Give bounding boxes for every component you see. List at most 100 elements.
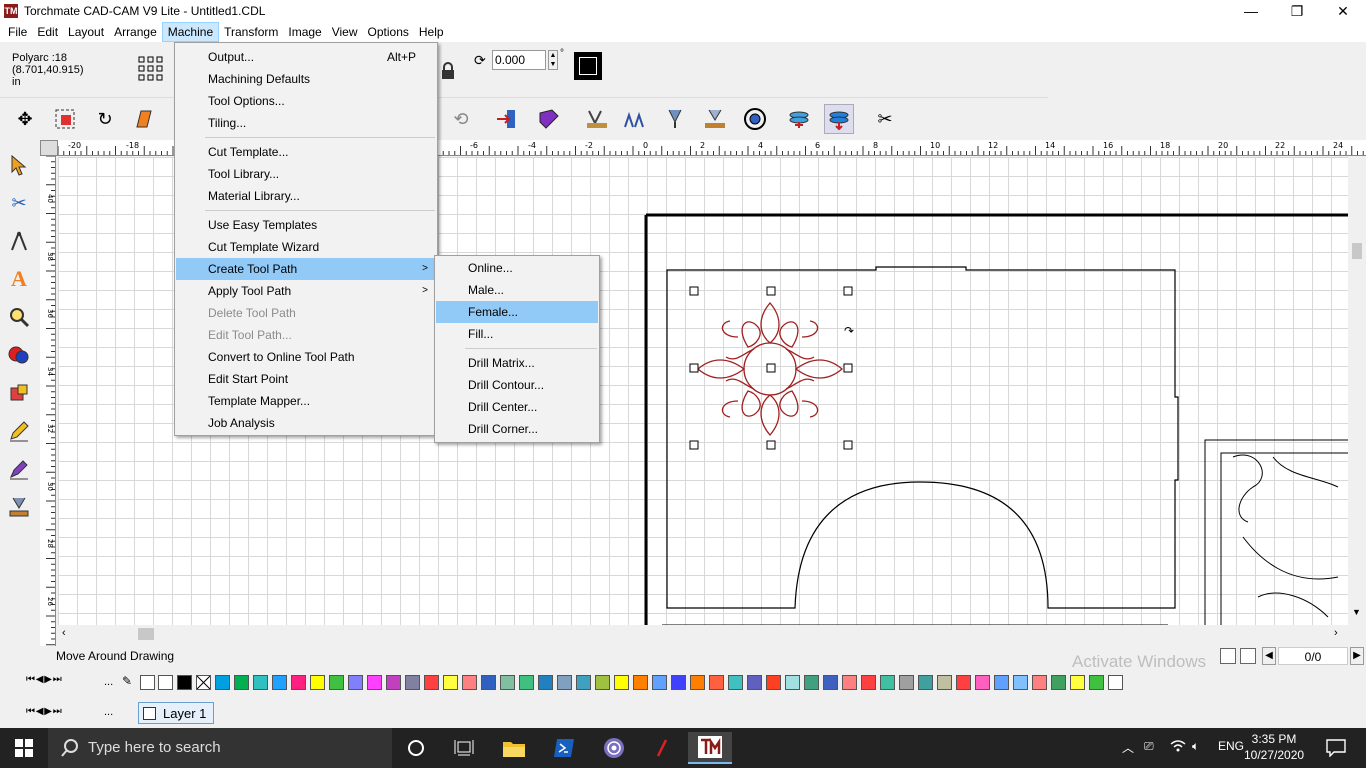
palette-swatch[interactable] bbox=[348, 675, 363, 690]
browser-icon[interactable] bbox=[592, 732, 636, 764]
submenu-drill-corner[interactable]: Drill Corner... bbox=[436, 418, 598, 440]
zoom-tool-icon[interactable] bbox=[4, 302, 34, 332]
layer-checkbox[interactable] bbox=[143, 707, 156, 720]
skew-icon[interactable] bbox=[128, 104, 158, 134]
page-prev-button[interactable]: ◀ bbox=[1262, 647, 1276, 665]
material-icon[interactable] bbox=[534, 104, 564, 134]
menu-transform[interactable]: Transform bbox=[219, 22, 283, 42]
layers-icon[interactable] bbox=[784, 104, 814, 134]
ruler-corner[interactable] bbox=[40, 140, 58, 156]
scroll-left-arrow-icon[interactable]: ‹ bbox=[62, 627, 66, 639]
menu-options[interactable]: Options bbox=[363, 22, 414, 42]
vertical-scrollbar[interactable]: ▼ bbox=[1348, 157, 1366, 625]
target-icon[interactable] bbox=[740, 104, 770, 134]
fill-tool-icon[interactable] bbox=[4, 378, 34, 408]
submenu-online[interactable]: Online... bbox=[436, 257, 598, 279]
palette-swatch[interactable] bbox=[633, 675, 648, 690]
palette-swatch[interactable] bbox=[880, 675, 895, 690]
palette-swatch[interactable] bbox=[462, 675, 477, 690]
no-fill-icon[interactable]: ✎ bbox=[122, 674, 138, 690]
submenu-drill-center[interactable]: Drill Center... bbox=[436, 396, 598, 418]
pencil-tool-icon[interactable] bbox=[4, 416, 34, 446]
rotation-spinner[interactable]: ▲ ▼ bbox=[548, 50, 558, 70]
swatch-none[interactable] bbox=[158, 675, 173, 690]
menu-edit[interactable]: Edit bbox=[32, 22, 63, 42]
palette-swatch[interactable] bbox=[937, 675, 952, 690]
select-resize-icon[interactable] bbox=[50, 104, 80, 134]
palette-swatch[interactable] bbox=[994, 675, 1009, 690]
layers-add-icon[interactable] bbox=[824, 104, 854, 134]
palette-swatch[interactable] bbox=[329, 675, 344, 690]
import-icon[interactable] bbox=[492, 104, 522, 134]
minimize-button[interactable]: — bbox=[1228, 0, 1274, 22]
layer-more-button[interactable]: ... bbox=[104, 706, 113, 718]
tool-male-icon[interactable] bbox=[582, 104, 612, 134]
menu-use-easy-templates[interactable]: Use Easy Templates bbox=[176, 214, 436, 236]
palette-swatch[interactable] bbox=[899, 675, 914, 690]
palette-swatch[interactable] bbox=[234, 675, 249, 690]
palette-swatch[interactable] bbox=[291, 675, 306, 690]
menu-tiling[interactable]: Tiling... bbox=[176, 112, 436, 134]
anchor-grid-icon[interactable] bbox=[136, 54, 166, 84]
palette-swatch[interactable] bbox=[1051, 675, 1066, 690]
menu-convert-online-tool-path[interactable]: Convert to Online Tool Path bbox=[176, 346, 436, 368]
tool-drill-icon[interactable] bbox=[660, 104, 690, 134]
machine-tool-icon[interactable] bbox=[4, 492, 34, 522]
palette-swatch[interactable] bbox=[1089, 675, 1104, 690]
taskbar-clock[interactable]: 3:35 PM 10/27/2020 bbox=[1244, 731, 1304, 763]
menu-edit-start-point[interactable]: Edit Start Point bbox=[176, 368, 436, 390]
scroll-right-arrow-icon[interactable]: › bbox=[1334, 627, 1338, 639]
text-tool-icon[interactable]: A bbox=[4, 264, 34, 294]
palette-swatch[interactable] bbox=[823, 675, 838, 690]
palette-swatch[interactable] bbox=[728, 675, 743, 690]
palette-swatch[interactable] bbox=[918, 675, 933, 690]
palette-swatch[interactable] bbox=[804, 675, 819, 690]
file-explorer-icon[interactable] bbox=[492, 732, 536, 764]
swatch-white[interactable] bbox=[140, 675, 155, 690]
palette-swatch[interactable] bbox=[595, 675, 610, 690]
palette-swatch[interactable] bbox=[519, 675, 534, 690]
powershell-icon[interactable] bbox=[542, 732, 586, 764]
palette-swatch[interactable] bbox=[215, 675, 230, 690]
menu-template-mapper[interactable]: Template Mapper... bbox=[176, 390, 436, 412]
task-view-icon[interactable] bbox=[442, 732, 486, 764]
palette-swatch[interactable] bbox=[310, 675, 325, 690]
menu-tool-library[interactable]: Tool Library... bbox=[176, 163, 436, 185]
menu-arrange[interactable]: Arrange bbox=[109, 22, 162, 42]
menu-apply-tool-path[interactable]: Apply Tool Path > bbox=[176, 280, 436, 302]
taskbar-search[interactable]: Type here to search bbox=[48, 728, 392, 768]
move-icon[interactable]: ✥ bbox=[10, 104, 40, 134]
menu-file[interactable]: File bbox=[3, 22, 32, 42]
lock-icon[interactable] bbox=[440, 62, 456, 80]
pen-tool-icon[interactable] bbox=[4, 454, 34, 484]
fill-color-swatch[interactable] bbox=[574, 52, 602, 80]
palette-swatch[interactable] bbox=[557, 675, 572, 690]
app-red-icon[interactable] bbox=[640, 732, 684, 764]
submenu-male[interactable]: Male... bbox=[436, 279, 598, 301]
menu-image[interactable]: Image bbox=[283, 22, 326, 42]
palette-swatch[interactable] bbox=[1013, 675, 1028, 690]
palette-swatch[interactable] bbox=[576, 675, 591, 690]
pointer-tool-icon[interactable] bbox=[4, 150, 34, 180]
close-button[interactable]: ✕ bbox=[1320, 0, 1366, 22]
cortana-icon[interactable] bbox=[394, 732, 438, 764]
horizontal-scroll-thumb[interactable] bbox=[138, 628, 154, 640]
menu-output[interactable]: Output... Alt+P bbox=[176, 46, 436, 68]
submenu-female[interactable]: Female... bbox=[436, 301, 598, 323]
palette-swatch[interactable] bbox=[690, 675, 705, 690]
vertical-scroll-thumb[interactable] bbox=[1352, 243, 1362, 259]
menu-view[interactable]: View bbox=[327, 22, 363, 42]
palette-swatch[interactable] bbox=[861, 675, 876, 690]
palette-swatch[interactable] bbox=[1108, 675, 1123, 690]
palette-swatch[interactable] bbox=[1070, 675, 1085, 690]
shapes-tool-icon[interactable] bbox=[4, 340, 34, 370]
submenu-fill[interactable]: Fill... bbox=[436, 323, 598, 345]
horizontal-scrollbar[interactable]: ‹ › bbox=[58, 625, 1348, 643]
palette-swatch[interactable] bbox=[538, 675, 553, 690]
palette-more-button[interactable]: ... bbox=[104, 676, 113, 688]
windows-start-icon[interactable] bbox=[2, 732, 46, 764]
menu-create-tool-path[interactable]: Create Tool Path > bbox=[176, 258, 436, 280]
palette-swatch[interactable] bbox=[785, 675, 800, 690]
rotation-input[interactable] bbox=[492, 50, 546, 70]
page-icon[interactable] bbox=[1220, 648, 1236, 664]
